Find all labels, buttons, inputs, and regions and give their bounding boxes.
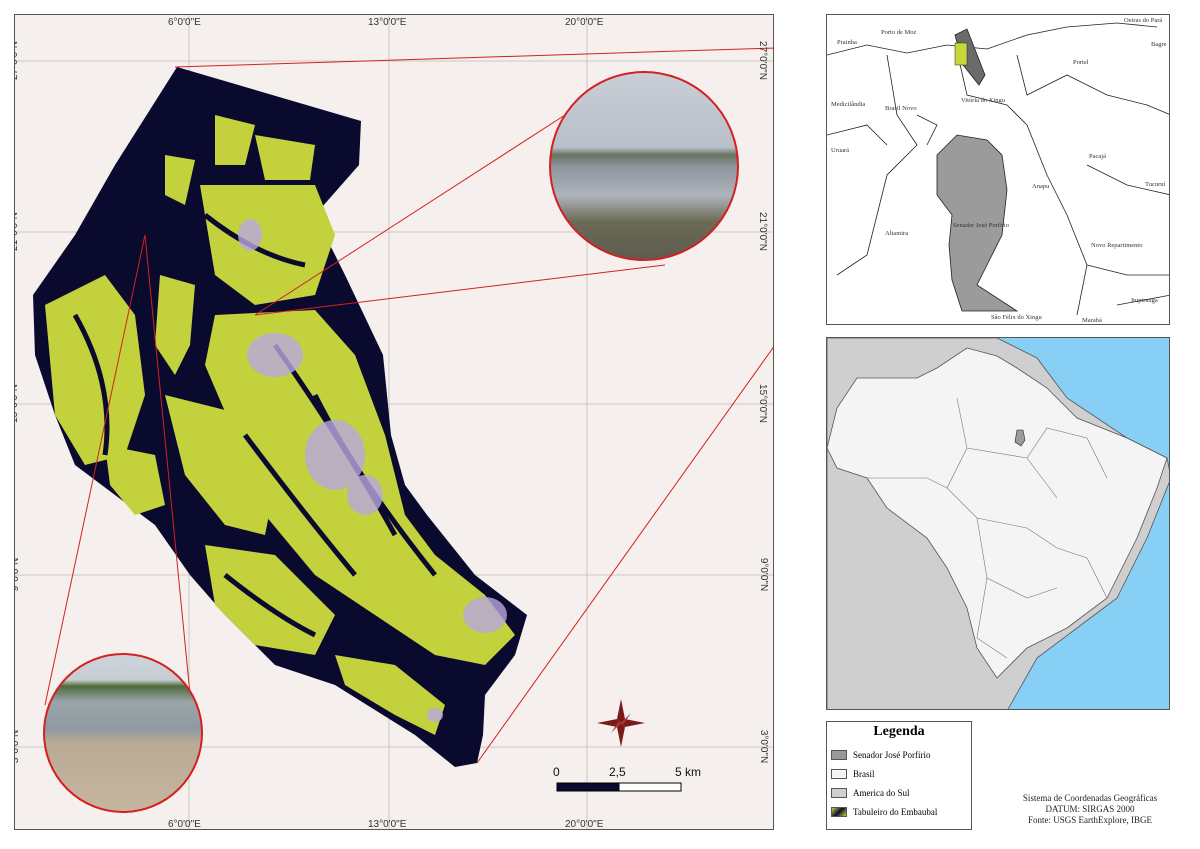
label-maraba: Marabá: [1082, 317, 1102, 324]
crs-line: Sistema de Coordenadas Geográficas: [1022, 793, 1158, 803]
lon-label-bottom: 6°0'0"E: [168, 819, 201, 830]
label-itupiranga: Itupiranga: [1131, 297, 1158, 304]
lon-label-bottom: 20°0'0"E: [565, 819, 604, 830]
label-medicilandia: Medicilândia: [831, 101, 866, 108]
label-pacaja: Pacajá: [1089, 153, 1106, 160]
scale-label-start: 0: [553, 765, 560, 779]
label-anapu: Anapu: [1032, 183, 1050, 190]
lat-label-right: 3°0'0"N: [758, 729, 770, 764]
label-vitoria-do-xingu: Vitória do Xingu: [961, 97, 1006, 104]
legend-item-america-do-sul: America do Sul: [831, 786, 910, 800]
lat-label-left: 27°0'0"N: [14, 41, 20, 80]
lon-label-top: 13°0'0"E: [368, 17, 407, 28]
brazil-locator-map: [826, 337, 1170, 710]
legend-item-tabuleiro-do-embaubal: Tabuleiro do Embaubal: [831, 805, 937, 819]
compass-rose: [597, 699, 645, 747]
lat-label-left: 3°0'0"N: [14, 729, 22, 764]
label-novo-repartimento: Novo Repartimento: [1091, 242, 1143, 249]
label-brasil-novo: Brasil Novo: [885, 105, 917, 112]
legend-label: Senador José Porfírio: [853, 750, 931, 760]
legend-swatch: [831, 769, 847, 779]
legend-swatch: [831, 788, 847, 798]
label-sao-felix-do-xingu: São Félix do Xingu: [991, 314, 1042, 321]
legend-swatch: [831, 750, 847, 760]
label-portel: Portel: [1073, 59, 1089, 66]
legend-item-senador-jose-porfirio: Senador José Porfírio: [831, 748, 931, 762]
legend-box: Legenda Senador José Porfírio Brasil Ame…: [826, 721, 972, 830]
label-porto-de-moz: Porto de Moz: [881, 29, 917, 36]
lon-label-top: 20°0'0"E: [565, 17, 604, 28]
lat-label-right: 9°0'0"N: [758, 557, 770, 592]
legend-swatch: [831, 807, 847, 817]
legend-item-brasil: Brasil: [831, 767, 875, 781]
label-uruara: Uruará: [831, 147, 850, 154]
scale-label-end: 5 km: [675, 765, 702, 779]
municipality-boundaries: [827, 22, 1169, 316]
label-bagre: Bagre: [1151, 41, 1167, 48]
scale-bar: [556, 782, 682, 792]
label-oeiras-do-para: Oeiras do Pará: [1124, 17, 1163, 24]
legend-label: America do Sul: [853, 788, 910, 798]
legend-title: Legenda: [873, 724, 925, 739]
location-map-frame: Porto de Moz Prainha Oeiras do Pará Bagr…: [826, 14, 1170, 325]
legend-label: Tabuleiro do Embaubal: [853, 807, 938, 817]
label-altamira: Altamira: [885, 230, 909, 237]
lat-label-left: 9°0'0"N: [14, 557, 22, 592]
lon-label-top: 6°0'0"E: [168, 17, 201, 28]
lat-label-right: 15°0'0"N: [756, 384, 768, 423]
legend-label: Brasil: [853, 769, 875, 779]
main-map-frame: 27°0'0"N 21°0'0"N 15°0'0"N 9°0'0"N 3°0'0…: [14, 14, 774, 830]
south-america-shapes: [827, 338, 1169, 709]
lon-label-bottom: 13°0'0"E: [368, 819, 407, 830]
lat-label-right: 21°0'0"N: [756, 212, 768, 251]
lat-label-right: 27°0'0"N: [756, 41, 768, 80]
label-prainha: Prainha: [837, 39, 857, 46]
label-tucurui: Tucuruí: [1145, 181, 1166, 188]
crs-line: DATUM: SIRGAS 2000: [1045, 804, 1135, 814]
photo-inset-beach: [43, 653, 203, 813]
lat-label-left: 21°0'0"N: [14, 212, 20, 251]
scale-label-mid: 2,5: [609, 765, 626, 779]
label-senador-jose-porfirio: Senador José Porfírio: [953, 222, 1009, 229]
crs-line: Fonte: USGS EarthExplore, IBGE: [1028, 815, 1152, 825]
lat-label-left: 15°0'0"N: [14, 384, 20, 423]
coordinate-system-note: Sistema de Coordenadas Geográficas DATUM…: [990, 793, 1190, 826]
photo-inset-lake: [549, 71, 739, 261]
